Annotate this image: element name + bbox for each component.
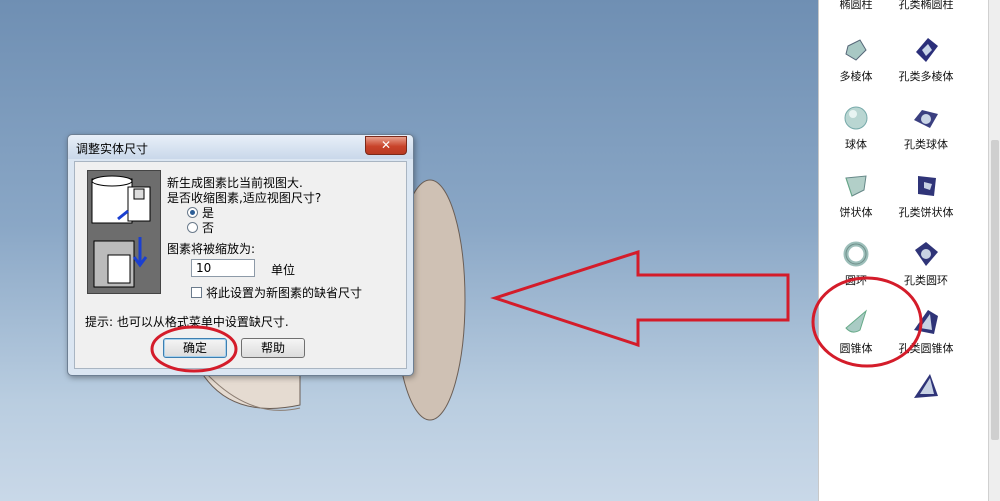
- palette-item-elliptic-cylinder[interactable]: 椭圆柱: [821, 0, 891, 12]
- radio-no[interactable]: [187, 222, 198, 233]
- resize-illustration: [87, 170, 161, 294]
- palette-item-label: 孔类圆环: [904, 274, 948, 287]
- resize-solid-dialog: 调整实体尺寸 ✕ 新生成图素比当前视图大. 是否收缩图素,适应视图尺寸? 是 否…: [67, 134, 414, 376]
- palette-item-hole-pie-solid[interactable]: 孔类饼状体: [891, 172, 961, 220]
- hole-torus-icon: [915, 242, 938, 266]
- option-no[interactable]: 否: [187, 219, 214, 236]
- hole-cone-icon: [914, 310, 938, 334]
- palette-item-hole-torus[interactable]: 孔类圆环: [891, 240, 961, 288]
- ok-button[interactable]: 确定: [163, 338, 227, 358]
- palette-item-torus[interactable]: 圆环: [821, 240, 891, 288]
- default-size-checkbox[interactable]: [191, 287, 202, 298]
- palette-item-cone[interactable]: 圆锥体: [821, 308, 891, 356]
- palette-item-hole-pyramid[interactable]: [891, 372, 961, 404]
- palette-item-label: 孔类饼状体: [898, 206, 954, 219]
- help-button[interactable]: 帮助: [241, 338, 305, 358]
- palette-item-polyprism[interactable]: 多棱体: [821, 36, 891, 84]
- palette-item-sphere[interactable]: 球体: [821, 104, 891, 152]
- resize-illustration-icon: [91, 175, 151, 288]
- default-size-option[interactable]: 将此设置为新图素的缺省尺寸: [191, 284, 362, 301]
- polyprism-icon: [845, 39, 867, 61]
- palette-item-hole-elliptic-cylinder[interactable]: 孔类椭圆柱: [891, 0, 961, 12]
- palette-item-hole-polyprism[interactable]: 孔类多棱体: [891, 36, 961, 84]
- palette-item-label: 饼状体: [839, 206, 873, 219]
- palette-item-hole-cone[interactable]: 孔类圆锥体: [891, 308, 961, 356]
- hint-text: 提示: 也可以从格式菜单中设置缺尺寸.: [85, 315, 289, 329]
- palette-item-label: 球体: [845, 138, 867, 151]
- scrollbar-thumb[interactable]: [991, 140, 999, 440]
- palette-item-label: 孔类圆锥体: [898, 342, 954, 355]
- sphere-icon: [844, 106, 868, 130]
- palette-item-label: 圆环: [845, 274, 867, 287]
- palette-item-label: 孔类椭圆柱: [898, 0, 954, 11]
- unit-label: 单位: [271, 263, 296, 277]
- close-button[interactable]: ✕: [365, 136, 407, 155]
- scale-input[interactable]: 10: [191, 259, 255, 277]
- hole-sphere-icon: [914, 110, 938, 128]
- solid-palette: 椭圆柱 孔类椭圆柱 多棱体 孔类多棱体 球体 孔类球体 饼状体 孔类饼状体 圆环…: [818, 0, 989, 501]
- palette-item-label: 多棱体: [839, 70, 873, 83]
- torus-icon: [843, 241, 869, 267]
- palette-item-label: 孔类球体: [904, 138, 948, 151]
- palette-item-label: 圆锥体: [839, 342, 873, 355]
- palette-item-pie-solid[interactable]: 饼状体: [821, 172, 891, 220]
- palette-scrollbar[interactable]: [988, 0, 1000, 501]
- palette-item-hole-sphere[interactable]: 孔类球体: [891, 104, 961, 152]
- pie-solid-icon: [845, 175, 867, 197]
- radio-yes[interactable]: [187, 207, 198, 218]
- close-icon: ✕: [380, 138, 392, 152]
- hole-pyramid-icon: [914, 374, 938, 398]
- hole-pie-solid-icon: [918, 176, 936, 196]
- dialog-titlebar[interactable]: 调整实体尺寸 ✕: [68, 135, 413, 159]
- cone-icon: [845, 309, 867, 333]
- palette-item-label: 椭圆柱: [839, 0, 873, 11]
- default-size-label: 将此设置为新图素的缺省尺寸: [206, 286, 363, 300]
- option-no-label: 否: [202, 221, 215, 235]
- scale-label: 图素将被缩放为:: [167, 242, 256, 256]
- hole-polyprism-icon: [916, 38, 938, 62]
- palette-item-label: 孔类多棱体: [898, 70, 954, 83]
- dialog-body: 新生成图素比当前视图大. 是否收缩图素,适应视图尺寸? 是 否 图素将被缩放为:…: [74, 161, 407, 369]
- dialog-title: 调整实体尺寸: [76, 142, 149, 156]
